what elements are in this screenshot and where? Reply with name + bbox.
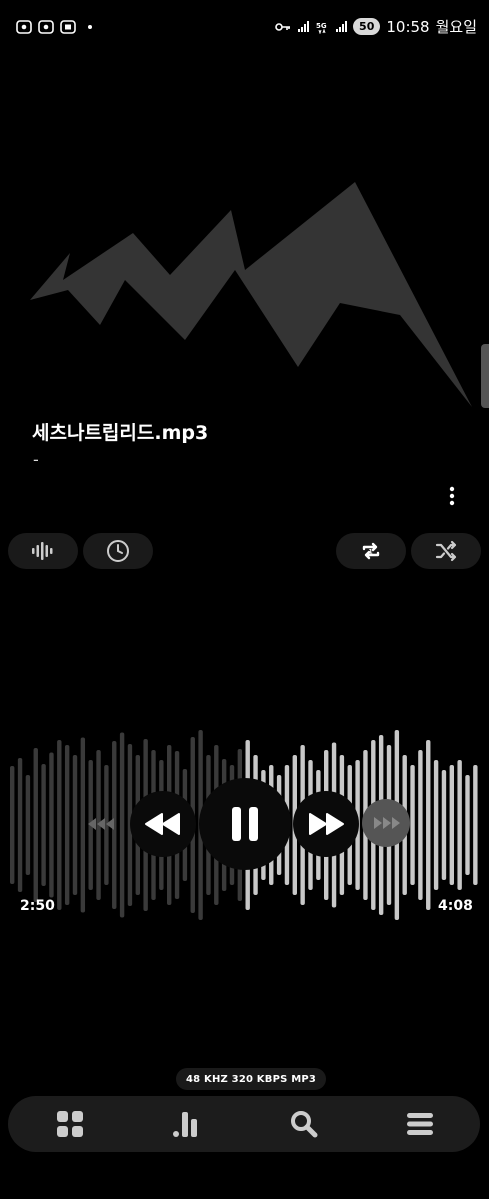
status-time: 10:58 [386, 17, 430, 36]
battery-level: 50 [359, 20, 375, 33]
signal-icon [298, 20, 310, 32]
sleep-timer-icon [107, 540, 129, 562]
status-day: 월요일 [435, 18, 477, 36]
menu-icon[interactable] [406, 1110, 434, 1138]
waveform-bar [72, 755, 78, 895]
repeat-button[interactable]: 1 [336, 533, 406, 569]
5g-icon: 5G [316, 22, 327, 34]
rewind-button[interactable] [130, 791, 196, 857]
sleep-timer-button[interactable] [83, 533, 153, 569]
skip-previous-button[interactable] [80, 806, 124, 842]
bitrate: 320 KBPS [231, 1073, 288, 1085]
fast-forward-icon [309, 813, 344, 835]
waveform-bar [449, 765, 454, 885]
waveform-bar [33, 748, 38, 902]
waveform-bar [418, 750, 423, 900]
screenshot-icon [16, 20, 32, 34]
svg-text:1: 1 [369, 549, 373, 556]
waveform-bar [49, 752, 54, 898]
more-options-icon[interactable] [440, 484, 464, 508]
shuffle-icon [435, 540, 457, 562]
repeat-icon: 1 [362, 542, 380, 560]
waveform-bar [457, 760, 462, 890]
sample-rate: 48 KHZ [186, 1073, 228, 1085]
total-duration: 4:08 [438, 898, 473, 914]
waveform-bar [433, 760, 439, 890]
waveform-bar [465, 775, 470, 875]
grid-icon[interactable] [56, 1110, 84, 1138]
waveform-bar [64, 745, 70, 905]
status-bar: 5G 50 10:58 월요일 [0, 0, 489, 56]
network-label: 5G [316, 22, 327, 30]
album-art [30, 182, 472, 407]
waveform-bar [410, 765, 415, 885]
screenshot-icon [38, 20, 54, 34]
stats-icon[interactable] [172, 1110, 200, 1138]
equalizer-button[interactable] [8, 533, 78, 569]
pause-icon [232, 807, 258, 841]
bottom-navigation [8, 1096, 480, 1152]
waveform-bar [10, 766, 15, 884]
waveform-bar [17, 758, 23, 892]
equalizer-icon [32, 542, 53, 560]
waveform-bar [41, 764, 46, 886]
codec: MP3 [291, 1073, 317, 1085]
screen-record-icon [60, 20, 76, 34]
waveform-bar [441, 770, 447, 880]
waveform-bar [473, 765, 478, 885]
fast-forward-button[interactable] [293, 791, 359, 857]
status-right: 5G 50 10:58 월요일 [275, 16, 477, 37]
status-left-icons [16, 20, 92, 34]
waveform-bar [57, 740, 62, 910]
waveform-bar [426, 740, 431, 910]
elapsed-time: 2:50 [20, 898, 55, 914]
notification-dot [88, 25, 92, 29]
signal-icon [336, 20, 348, 32]
skip-next-icon [374, 817, 400, 829]
search-icon[interactable] [290, 1110, 318, 1138]
track-artist: - [33, 450, 39, 469]
waveform-bar [25, 775, 31, 875]
battery-icon: 50 [353, 18, 381, 35]
shuffle-button[interactable] [411, 533, 481, 569]
format-badge: 48 KHZ 320 KBPS MP3 [176, 1068, 327, 1090]
scroll-handle[interactable] [481, 344, 489, 408]
skip-next-button[interactable] [362, 799, 410, 847]
rewind-icon [145, 813, 180, 835]
track-title: 세츠나트립리드.mp3 [32, 422, 209, 444]
key-icon [275, 22, 291, 31]
skip-previous-icon [88, 818, 114, 830]
play-pause-button[interactable] [199, 778, 291, 870]
